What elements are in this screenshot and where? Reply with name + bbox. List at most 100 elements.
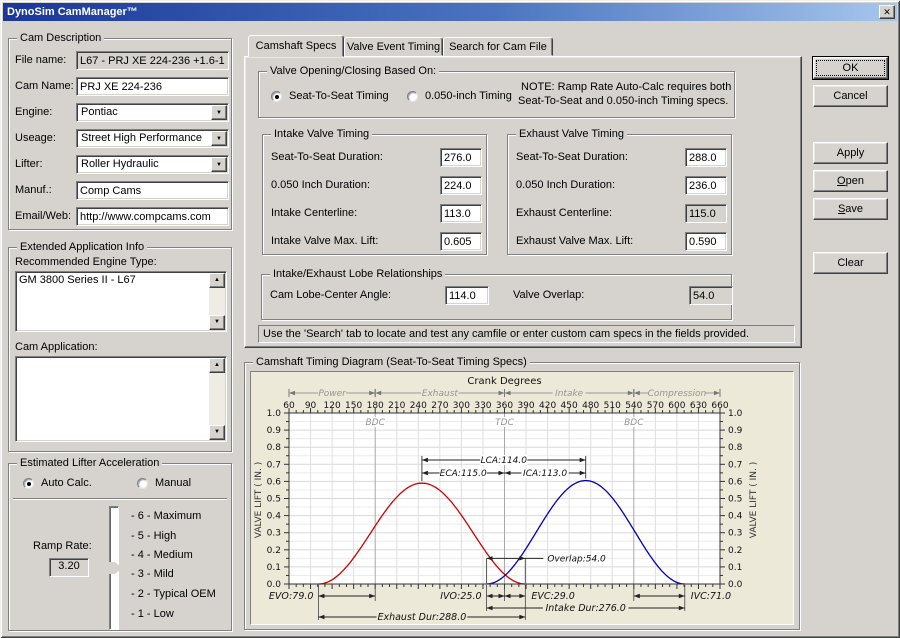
svg-text:0.8: 0.8: [728, 443, 743, 453]
open-button[interactable]: Open: [813, 170, 888, 192]
intake-row-label: Seat-To-Seat Duration:: [271, 151, 383, 163]
useage-label: Useage:: [15, 132, 56, 144]
window-title: DynoSim CamManager™: [7, 6, 138, 18]
svg-text:0.1: 0.1: [728, 563, 742, 573]
lifter-label: Lifter:: [15, 158, 43, 170]
note-line1: NOTE: Ramp Rate Auto-Calc requires both: [521, 81, 731, 93]
engine-combo[interactable]: Pontiac ▼: [76, 103, 229, 122]
svg-text:Intake: Intake: [555, 389, 584, 399]
engine-value: Pontiac: [81, 106, 118, 118]
svg-text:0.6: 0.6: [728, 477, 743, 487]
svg-text:480: 480: [582, 401, 599, 411]
exhaust-max-lift-field[interactable]: [685, 232, 727, 251]
svg-text:Overlap:54.0: Overlap:54.0: [547, 554, 606, 564]
cam-name-field[interactable]: [76, 77, 229, 96]
intake-centerline-field[interactable]: [440, 204, 482, 223]
chevron-down-icon: ▼: [216, 162, 222, 168]
valve-basis-group: Valve Opening/Closing Based On: Seat-To-…: [258, 71, 735, 118]
cam-description-group: Cam Description File name: Cam Name: Eng…: [8, 38, 232, 230]
useage-combo[interactable]: Street High Performance ▼: [76, 129, 229, 148]
svg-text:0.7: 0.7: [267, 460, 281, 470]
tab-valve-event-timing[interactable]: Valve Event Timing: [344, 37, 443, 56]
auto-calc-radio[interactable]: [23, 478, 34, 489]
close-icon: ✕: [883, 7, 891, 17]
svg-text:360: 360: [496, 401, 513, 411]
svg-text:390: 390: [517, 401, 534, 411]
scroll-up-icon[interactable]: ▲: [209, 358, 225, 373]
svg-text:150: 150: [345, 401, 362, 411]
cam-description-legend: Cam Description: [17, 32, 104, 44]
manual-radio[interactable]: [137, 478, 148, 489]
svg-text:330: 330: [474, 401, 491, 411]
exhaust-s2s-duration-field[interactable]: [685, 148, 727, 167]
svg-text:Crank Degrees: Crank Degrees: [467, 376, 541, 387]
tab-search-cam-file[interactable]: Search for Cam File: [443, 37, 553, 56]
scale-item: - 1 - Low: [131, 608, 174, 620]
svg-text:60: 60: [283, 401, 295, 411]
save-button[interactable]: Save: [813, 198, 888, 220]
valve-overlap-field: [689, 286, 733, 305]
email-web-field[interactable]: [76, 207, 229, 226]
ramp-rate-slider-thumb[interactable]: [104, 562, 123, 574]
lobe-angle-field[interactable]: [445, 286, 489, 305]
intake-row-label: 0.050 Inch Duration:: [271, 179, 370, 191]
engine-type-textarea[interactable]: GM 3800 Series II - L67 ▲ ▼: [15, 271, 227, 332]
scroll-up-icon[interactable]: ▲: [209, 273, 225, 288]
engine-type-scrollbar[interactable]: ▲ ▼: [209, 273, 225, 330]
svg-text:ECA:115.0: ECA:115.0: [440, 469, 487, 479]
intake-s2s-duration-field[interactable]: [440, 148, 482, 167]
useage-dropdown-button[interactable]: ▼: [211, 131, 227, 146]
svg-text:0.7: 0.7: [728, 460, 742, 470]
clear-button[interactable]: Clear: [813, 252, 888, 274]
svg-text:180: 180: [367, 401, 384, 411]
note-line2: Seat-To-Seat and 0.050-inch Timing specs…: [518, 95, 728, 107]
intake-max-lift-field[interactable]: [440, 232, 482, 251]
svg-text:IVC:71.0: IVC:71.0: [691, 591, 731, 602]
valve-basis-legend: Valve Opening/Closing Based On:: [267, 65, 439, 77]
exhaust-timing-group: Exhaust Valve Timing Seat-To-Seat Durati…: [507, 134, 732, 255]
extended-info-group: Extended Application Info Recommended En…: [8, 247, 232, 452]
apply-button[interactable]: Apply: [813, 142, 888, 164]
cam-application-scrollbar[interactable]: ▲ ▼: [209, 358, 225, 440]
inch-timing-radio[interactable]: [407, 91, 418, 102]
svg-text:VALVE LIFT ( IN. ): VALVE LIFT ( IN. ): [254, 462, 264, 539]
manuf-field[interactable]: [76, 181, 229, 200]
svg-text:IVO:25.0: IVO:25.0: [440, 591, 481, 602]
ok-button[interactable]: OK: [813, 57, 888, 79]
email-web-label: Email/Web:: [15, 210, 71, 222]
svg-text:300: 300: [453, 401, 470, 411]
scroll-down-icon[interactable]: ▼: [209, 425, 225, 440]
engine-label: Engine:: [15, 106, 52, 118]
cancel-button[interactable]: Cancel: [813, 85, 888, 107]
scale-item: - 6 - Maximum: [131, 510, 201, 522]
svg-text:BDC: BDC: [366, 418, 386, 428]
engine-dropdown-button[interactable]: ▼: [211, 105, 227, 120]
svg-text:660: 660: [711, 401, 728, 411]
intake-050-duration-field[interactable]: [440, 176, 482, 195]
lifter-dropdown-button[interactable]: ▼: [211, 157, 227, 172]
exhaust-row-label: 0.050 Inch Duration:: [516, 179, 615, 191]
lobe-angle-label: Cam Lobe-Center Angle:: [270, 289, 391, 301]
title-bar: DynoSim CamManager™ ✕: [3, 3, 897, 21]
svg-text:0.0: 0.0: [728, 580, 743, 590]
lifter-combo[interactable]: Roller Hydraulic ▼: [76, 155, 229, 174]
svg-text:BDC: BDC: [624, 418, 644, 428]
scale-item: - 5 - High: [131, 530, 176, 542]
scale-item: - 4 - Medium: [131, 549, 193, 561]
seat-to-seat-label: Seat-To-Seat Timing: [289, 90, 389, 102]
exhaust-050-duration-field[interactable]: [685, 176, 727, 195]
intake-row-label: Intake Valve Max. Lift:: [271, 235, 378, 247]
chevron-down-icon: ▼: [216, 110, 222, 116]
scroll-down-icon[interactable]: ▼: [209, 315, 225, 330]
valve-overlap-label: Valve Overlap:: [513, 289, 584, 301]
chart-surface: BDCTDCBDC6090120150180210240270300330360…: [250, 371, 794, 625]
inch-timing-label: 0.050-inch Timing: [425, 90, 512, 102]
tab-camshaft-specs[interactable]: Camshaft Specs: [248, 35, 344, 57]
cam-application-label: Cam Application:: [15, 341, 98, 353]
svg-text:0.4: 0.4: [728, 512, 743, 522]
cam-application-textarea[interactable]: ▲ ▼: [15, 356, 227, 442]
engine-type-text: GM 3800 Series II - L67: [19, 274, 208, 286]
seat-to-seat-radio[interactable]: [271, 91, 282, 102]
svg-text:Intake Dur:276.0: Intake Dur:276.0: [545, 603, 625, 614]
close-button[interactable]: ✕: [879, 5, 895, 19]
